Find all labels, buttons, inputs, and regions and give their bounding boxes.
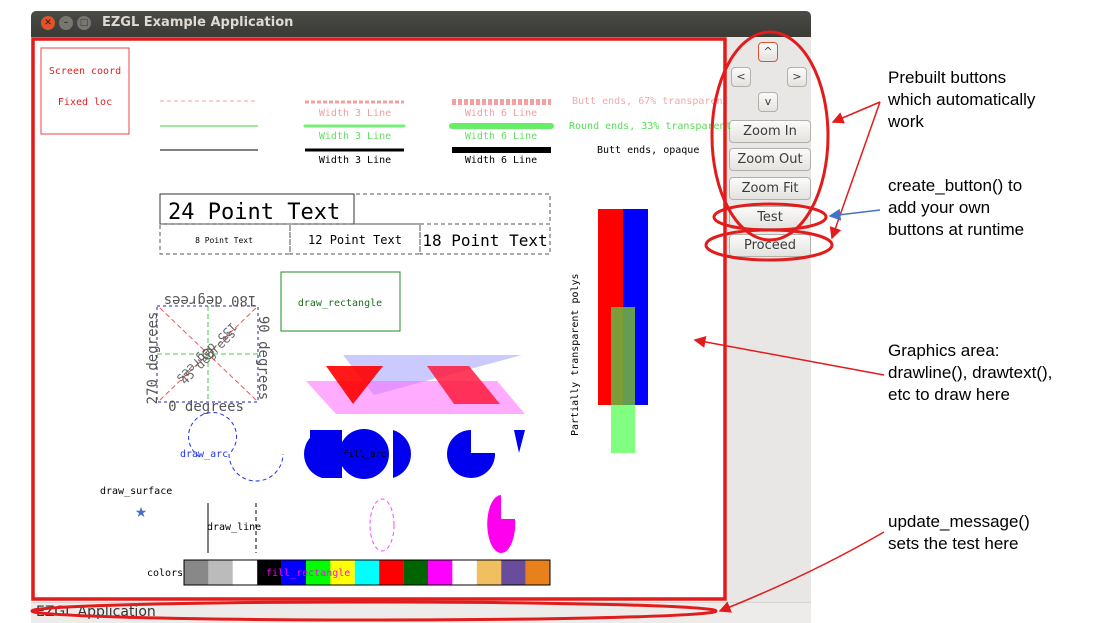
arrow-prebuilt-2 <box>829 101 881 240</box>
colors-label: colors <box>147 568 183 579</box>
color-swatches <box>184 560 550 585</box>
label-partially-transparent: Partially transparent polys <box>570 273 581 436</box>
callout-graphics-line2: drawline(), drawtext(), <box>888 363 1053 382</box>
draw-surface-label: draw_surface <box>100 486 172 497</box>
callout-prebuilt: Prebuilt buttons which automatically wor… <box>888 67 1035 133</box>
color-swatch <box>428 560 453 585</box>
label-0-degrees: 0 degrees <box>168 399 244 415</box>
status-bar-highlight <box>30 600 718 622</box>
draw-arc-label: draw_arc <box>180 449 228 460</box>
filled-ellipse-arc <box>487 495 516 553</box>
label-round-33: Round ends, 33% transparent <box>569 121 732 132</box>
fill-rectangle-label: fill_rectangle <box>266 568 350 579</box>
label-butt-opaque: Butt ends, opaque <box>597 145 699 156</box>
callout-update-line2: sets the test here <box>888 534 1019 553</box>
callout-create-line1: create_button() to <box>888 176 1023 195</box>
color-swatch <box>501 560 526 585</box>
label-w3-black: Width 3 Line <box>319 155 391 166</box>
text-12: 12 Point Text <box>308 233 402 247</box>
label-w3-green: Width 3 Line <box>319 131 391 142</box>
label-w6-transparent: Width 6 Line <box>465 108 537 119</box>
text-8: 8 Point Text <box>195 236 253 245</box>
color-swatch <box>184 560 209 585</box>
label-90-degrees: 90 degrees <box>255 316 271 400</box>
color-swatch <box>403 560 428 585</box>
label-135-degrees: 135 degrees <box>174 320 240 386</box>
callout-create-line2: add your own <box>888 198 991 217</box>
label-w3-transparent: Width 3 Line <box>319 108 391 119</box>
arc-lower-dashed <box>228 453 284 482</box>
text-24: 24 Point Text <box>168 200 340 225</box>
arrow-update-message <box>718 531 885 613</box>
callout-prebuilt-line2: which automatically <box>888 90 1036 109</box>
callout-update-message: update_message() sets the test here <box>888 511 1030 555</box>
color-swatch <box>232 560 258 585</box>
callout-create-line3: buttons at runtime <box>888 220 1025 239</box>
color-swatch <box>452 560 477 585</box>
callout-create-button: create_button() to add your own buttons … <box>888 175 1024 241</box>
bar-green-light <box>611 405 635 453</box>
color-swatch <box>476 560 502 585</box>
callout-update-line1: update_message() <box>888 512 1030 531</box>
label-w6-green: Width 6 Line <box>465 131 537 142</box>
callout-graphics-line1: Graphics area: <box>888 341 1000 360</box>
arrow-prebuilt <box>831 101 881 124</box>
fill-arc-half <box>393 430 411 478</box>
color-swatch <box>379 560 404 585</box>
dashed-ellipse <box>369 498 395 552</box>
screen-coord-box <box>40 47 130 135</box>
label-w6-black: Width 6 Line <box>465 155 537 166</box>
label-butt-67: Butt ends, 67% transparent <box>572 96 729 107</box>
callout-prebuilt-line3: work <box>888 112 924 131</box>
fill-arc-label: fill_arc <box>343 450 386 460</box>
text-18: 18 Point Text <box>422 231 547 250</box>
bar-green-overlap <box>611 307 635 405</box>
color-swatch <box>208 560 233 585</box>
callout-graphics: Graphics area: drawline(), drawtext(), e… <box>888 340 1052 406</box>
draw-line-label: draw_line <box>207 522 261 533</box>
fill-arc-left <box>304 430 342 478</box>
screen-coord-label: Screen coord <box>49 66 121 77</box>
color-swatch <box>354 560 380 585</box>
fixed-loc-label: Fixed loc <box>58 97 112 108</box>
callout-graphics-line3: etc to draw here <box>888 385 1010 404</box>
fill-arc-pacman <box>447 430 496 478</box>
test-button-highlight <box>712 202 828 232</box>
draw-rectangle-label: draw_rectangle <box>298 298 382 309</box>
callout-prebuilt-line1: Prebuilt buttons <box>888 68 1007 87</box>
arrow-create-button <box>828 208 881 221</box>
color-swatch <box>525 560 550 585</box>
label-270-degrees: 270 degrees <box>145 312 161 405</box>
label-180-degrees: 180 degrees <box>164 292 257 308</box>
fill-arc-wedge <box>514 430 525 453</box>
star-icon: ★ <box>135 505 148 521</box>
